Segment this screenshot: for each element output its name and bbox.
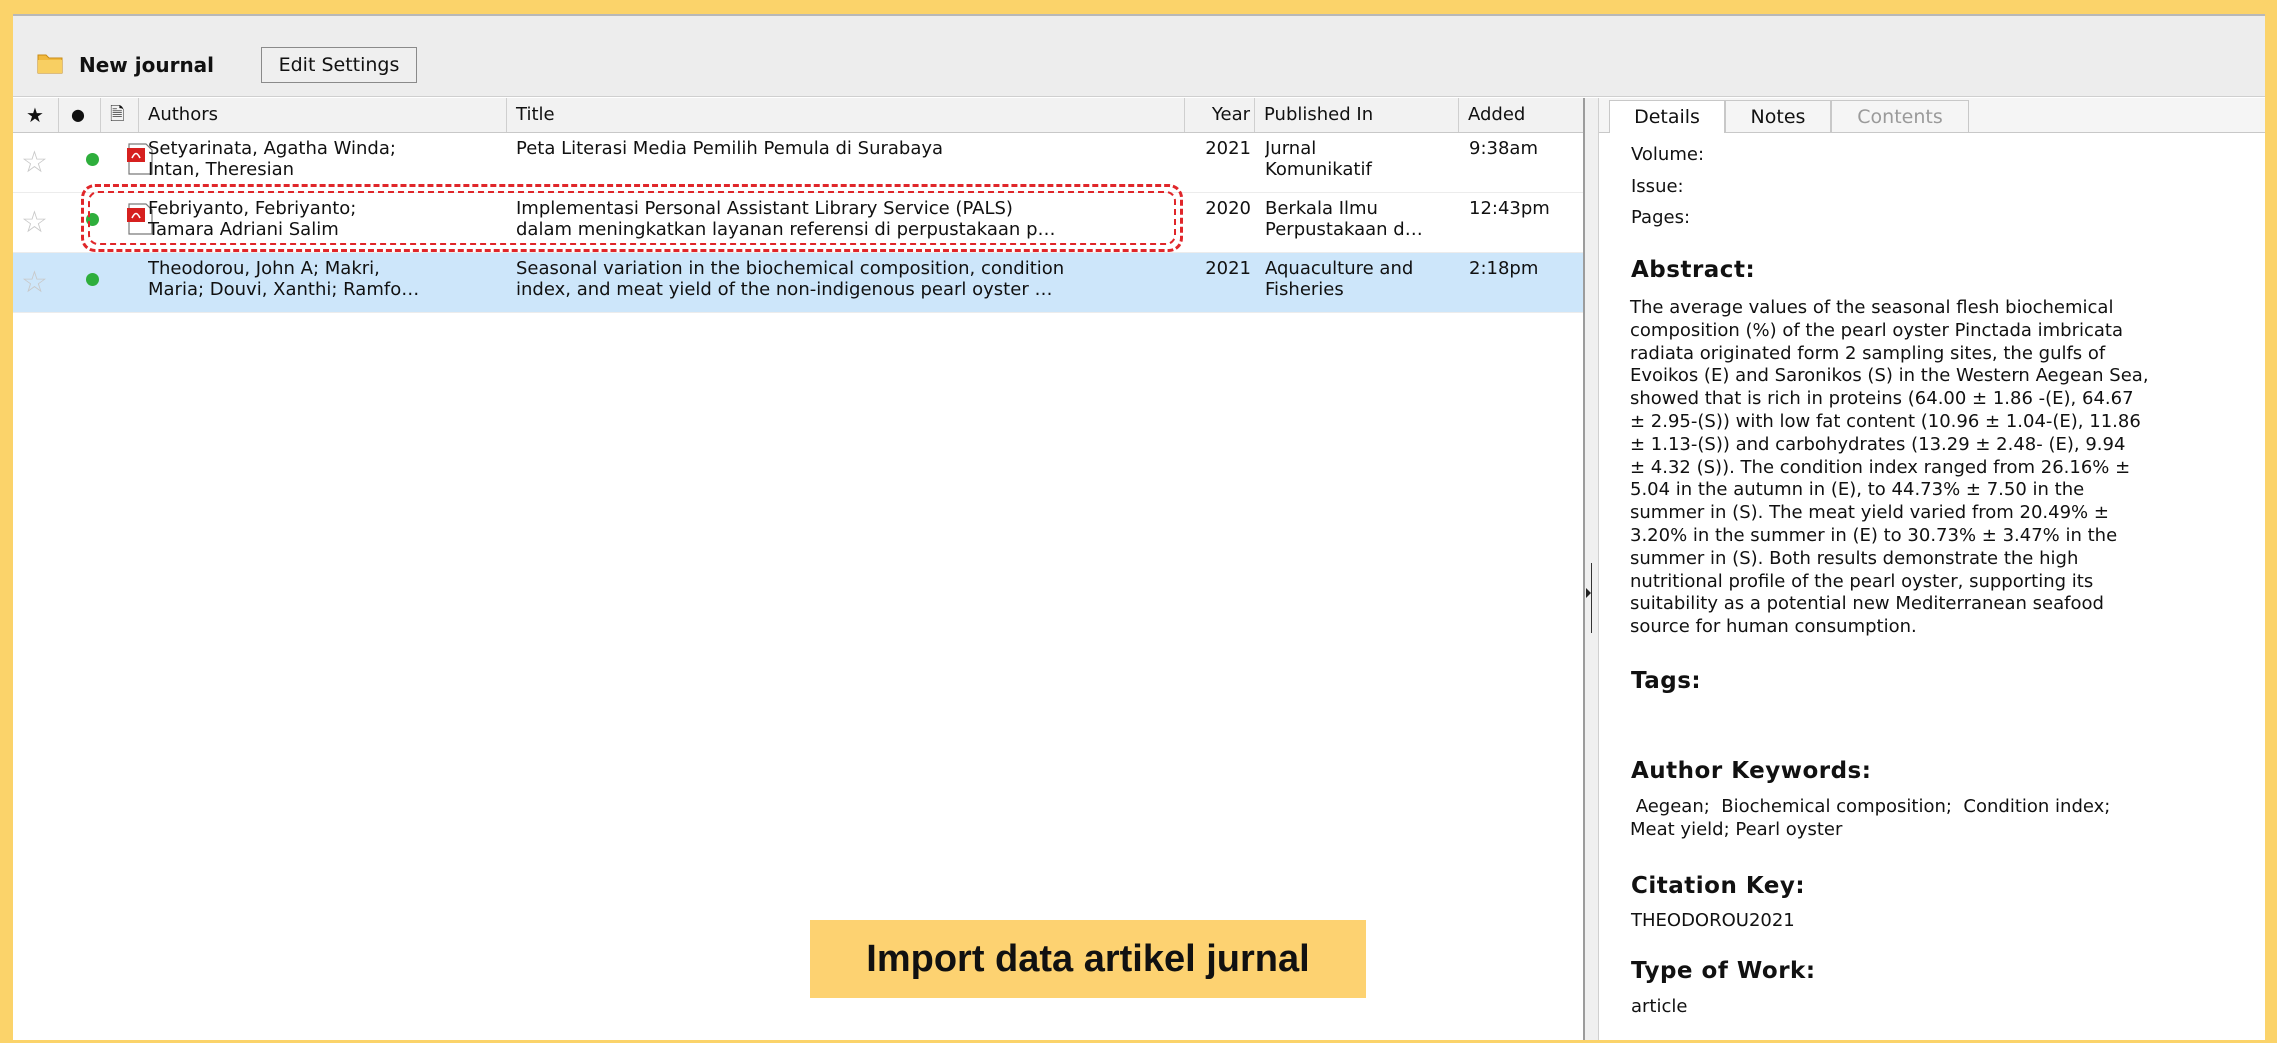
citation-key-heading: Citation Key: <box>1631 873 1806 899</box>
document-row[interactable]: ☆ Febriyanto, Febriyanto; Tamara Adriani… <box>13 193 1583 253</box>
document-row[interactable]: ☆ Setyarinata, Agatha Winda; Intan, Ther… <box>13 133 1583 193</box>
splitter-handle[interactable] <box>1591 563 1592 633</box>
tags-heading: Tags: <box>1631 668 1702 694</box>
title-text: Seasonal variation in the biochemical co… <box>516 258 1065 279</box>
abstract-text[interactable]: The average values of the seasonal flesh… <box>1630 297 2215 639</box>
star-icon[interactable]: ☆ <box>21 148 48 178</box>
group-title: New journal <box>79 53 215 77</box>
details-tabs: Details Notes Contents <box>1599 98 2265 133</box>
published-in-text: Berkala Ilmu <box>1265 198 1378 219</box>
authors-text: Theodorou, John A; Makri, <box>148 258 380 279</box>
file-column-header[interactable]: 🗎 <box>101 98 139 132</box>
authors-text: Maria; Douvi, Xanthi; Ramfo… <box>148 279 420 300</box>
details-pane: Details Notes Contents Volume: Issue: Pa… <box>1599 98 2265 1040</box>
author-keywords-heading: Author Keywords: <box>1631 758 1872 784</box>
year-text: 2021 <box>1205 258 1251 279</box>
favorite-column-header[interactable]: ★ <box>13 98 59 132</box>
added-column-header[interactable]: Added <box>1459 98 1583 132</box>
issue-label: Issue: <box>1631 176 1684 197</box>
citation-key-value[interactable]: THEODOROU2021 <box>1631 910 1795 931</box>
unread-dot-icon[interactable] <box>86 153 99 166</box>
added-text: 9:38am <box>1469 138 1538 159</box>
pane-splitter[interactable] <box>1583 98 1599 1040</box>
folder-icon <box>37 54 63 74</box>
year-text: 2020 <box>1205 198 1251 219</box>
type-of-work-heading: Type of Work: <box>1631 958 1816 984</box>
volume-label: Volume: <box>1631 144 1705 165</box>
document-list: ★ ● 🗎 Authors Title Year Published In Ad… <box>13 98 1583 1038</box>
authors-text: Setyarinata, Agatha Winda; <box>148 138 396 159</box>
author-keywords-text[interactable]: Aegean; Biochemical composition; Conditi… <box>1630 796 2215 842</box>
added-text: 12:43pm <box>1469 198 1550 219</box>
year-text: 2021 <box>1205 138 1251 159</box>
list-header: ★ ● 🗎 Authors Title Year Published In Ad… <box>13 98 1583 133</box>
toolbar: New journal Edit Settings <box>13 16 2265 97</box>
added-text: 2:18pm <box>1469 258 1539 279</box>
published-in-text: Perpustakaan d… <box>1265 219 1423 240</box>
authors-column-header[interactable]: Authors <box>139 98 507 132</box>
published-in-text: Jurnal <box>1265 138 1317 159</box>
mendeley-window: New journal Edit Settings ★ ● 🗎 Authors … <box>13 14 2265 1040</box>
pages-label: Pages: <box>1631 207 1691 228</box>
authors-text: Intan, Theresian <box>148 159 295 180</box>
unread-dot-icon[interactable] <box>86 213 99 226</box>
tab-details[interactable]: Details <box>1609 100 1725 133</box>
title-column-header[interactable]: Title <box>507 98 1185 132</box>
title-text: index, and meat yield of the non-indigen… <box>516 279 1053 300</box>
title-text: Peta Literasi Media Pemilih Pemula di Su… <box>516 138 944 159</box>
caption-banner: Import data artikel jurnal <box>810 920 1366 998</box>
unread-dot-icon[interactable] <box>86 273 99 286</box>
tab-notes[interactable]: Notes <box>1725 100 1831 132</box>
published-in-text: Fisheries <box>1265 279 1344 300</box>
star-icon[interactable]: ☆ <box>21 208 48 238</box>
star-icon[interactable]: ☆ <box>21 268 48 298</box>
published-in-column-header[interactable]: Published In <box>1255 98 1459 132</box>
type-of-work-value[interactable]: article <box>1631 996 1687 1017</box>
authors-text: Tamara Adriani Salim <box>148 219 339 240</box>
document-row-selected[interactable]: ☆ Theodorou, John A; Makri, Maria; Douvi… <box>13 253 1583 313</box>
collapse-arrow-icon[interactable] <box>1586 588 1591 598</box>
tab-contents[interactable]: Contents <box>1831 100 1969 132</box>
year-column-header[interactable]: Year <box>1185 98 1255 132</box>
authors-text: Febriyanto, Febriyanto; <box>148 198 357 219</box>
published-in-text: Komunikatif <box>1265 159 1372 180</box>
title-text: Implementasi Personal Assistant Library … <box>516 198 1013 219</box>
title-text: dalam meningkatkan layanan referensi di … <box>516 219 1056 240</box>
read-status-column-header[interactable]: ● <box>59 98 101 132</box>
edit-settings-button[interactable]: Edit Settings <box>261 47 417 83</box>
published-in-text: Aquaculture and <box>1265 258 1414 279</box>
abstract-heading: Abstract: <box>1631 257 1756 283</box>
